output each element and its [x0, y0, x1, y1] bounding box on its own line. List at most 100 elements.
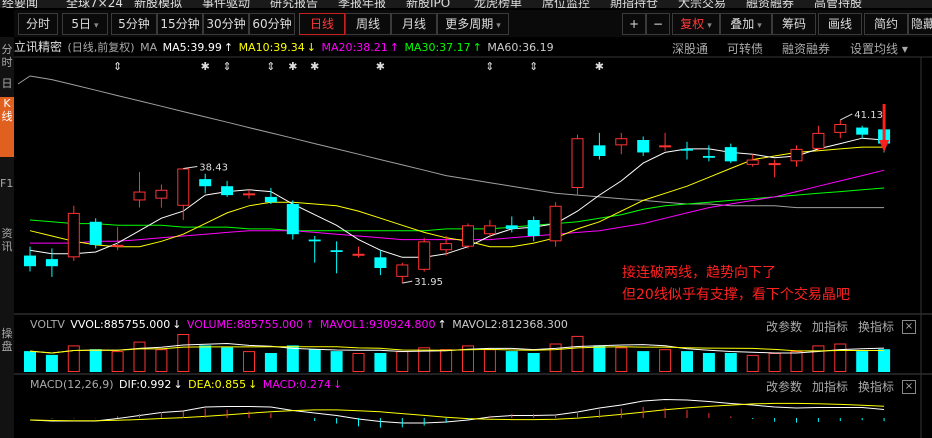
- volume-bar-up: [834, 343, 847, 372]
- volume-bar-up: [790, 351, 803, 373]
- volume-bar-up: [659, 349, 672, 373]
- volume-edit-params-button[interactable]: 改参数: [766, 318, 802, 335]
- star-marker-icon: ✱: [201, 60, 210, 73]
- volume-bar-up: [483, 349, 496, 373]
- volume-bar-up: [155, 349, 168, 373]
- volume-bar-down: [878, 349, 891, 372]
- candle-body-up: [462, 225, 474, 247]
- dea-value: DEA:0.855: [188, 378, 247, 391]
- volume-bar-down: [286, 345, 299, 372]
- candle-body-down: [286, 204, 299, 235]
- candle-body-down: [308, 239, 321, 242]
- vvol-value: VVOL:885755.000: [70, 318, 171, 331]
- candle-body-up: [746, 159, 759, 165]
- candle-body-down: [199, 179, 212, 187]
- price-label-high2: 41.13: [854, 110, 883, 121]
- candle-body-down: [856, 127, 869, 135]
- candle-body-up: [177, 168, 190, 206]
- ma20-line: [30, 169, 885, 244]
- volume-bar-down: [330, 351, 343, 372]
- volume-bar-down: [637, 351, 650, 372]
- annotation-line1: 接连破两线，趋势向下了: [622, 265, 776, 281]
- volume-bar-up: [812, 345, 825, 372]
- double-arrow-marker-icon: ⇕: [485, 60, 494, 73]
- volume-bar-down: [45, 354, 58, 372]
- volume-bar-up: [243, 351, 255, 373]
- volume-bar-down: [264, 353, 277, 372]
- candle-body-up: [418, 241, 431, 270]
- candle-body-down: [681, 148, 693, 151]
- volume-close-icon[interactable]: ×: [902, 320, 916, 334]
- volume-bar-down: [89, 349, 102, 372]
- volume-bar-down: [856, 351, 869, 372]
- arrow-down-icon: ↓: [333, 378, 343, 391]
- candle-body-up: [768, 163, 781, 166]
- candle-body-up: [111, 244, 124, 247]
- candle-body-down: [527, 220, 540, 236]
- volume-info-line: VOLTV VVOL:885755.000 ↓ VOLUME:885755.000…: [30, 318, 570, 331]
- candle-body-down: [593, 145, 606, 156]
- volume-value: VOLUME:885755.000: [186, 318, 304, 331]
- candle-body-down: [330, 250, 343, 252]
- macd-close-icon[interactable]: ×: [902, 380, 916, 394]
- candle-body-down: [24, 255, 36, 267]
- price-label-high2-leader: [840, 113, 853, 121]
- candle-body-up: [396, 264, 409, 277]
- volume-add-indicator-button[interactable]: 加指标: [812, 318, 848, 335]
- candle-body-up: [243, 193, 255, 196]
- volume-bar-down: [374, 353, 387, 372]
- arrow-down-icon: ↓: [173, 378, 183, 391]
- price-label-low-leader: [402, 280, 413, 284]
- volume-bar-down: [308, 349, 321, 372]
- mavol1-value: MAVOL1:930924.800: [319, 318, 436, 331]
- annotation-line2: 但20线似乎有支撑，看下个交易晶吧: [622, 287, 850, 303]
- macd-info-line: MACD(12,26,9) DIF:0.992 ↓ DEA:0.855 ↓ MACD…: [30, 378, 344, 391]
- macd-switch-indicator-button[interactable]: 换指标: [858, 378, 894, 395]
- double-arrow-marker-icon: ⇕: [266, 60, 275, 73]
- candle-body-down: [702, 156, 715, 158]
- candle-body-down: [637, 140, 650, 153]
- candle-body-up: [133, 191, 146, 201]
- candle-body-up: [790, 148, 803, 162]
- candle-body-up: [155, 189, 168, 199]
- star-marker-icon: ✱: [595, 60, 604, 73]
- volume-indicator-name: VOLTV: [30, 318, 65, 331]
- price-label-high1-leader: [183, 165, 198, 169]
- candle-body-down: [724, 147, 737, 162]
- dif-line: [29, 398, 885, 424]
- volume-bar-down: [702, 353, 715, 372]
- volume-bar-up: [768, 353, 781, 372]
- volume-bar-down: [199, 345, 212, 372]
- volume-bar-up: [440, 349, 453, 373]
- volume-bar-down: [505, 351, 518, 372]
- candle-body-up: [615, 138, 628, 146]
- volume-switch-indicator-button[interactable]: 换指标: [858, 318, 894, 335]
- kline-chart: ⇕ ✱ ⇕ ⇕ ✱ ✱ ✱ ⇕ ⇕ ✱ 38.43 41.13 31.95: [14, 56, 932, 438]
- arrow-down-icon: ↓: [248, 378, 258, 391]
- volume-bar-up: [396, 351, 409, 373]
- star-marker-icon: ✱: [288, 60, 297, 73]
- volume-bar-down: [724, 353, 737, 372]
- double-arrow-marker-icon: ⇕: [529, 60, 538, 73]
- price-label-low: 31.95: [414, 277, 443, 288]
- volume-bar-up: [111, 351, 124, 373]
- macd-edit-params-button[interactable]: 改参数: [766, 378, 802, 395]
- volume-bar-down: [593, 345, 606, 372]
- double-arrow-marker-icon: ⇕: [222, 60, 231, 73]
- candle-body-down: [505, 225, 518, 229]
- volume-bar-up: [133, 341, 146, 373]
- volume-bar-down: [681, 351, 693, 372]
- volume-bar-up: [746, 354, 759, 372]
- annotation-text: 接连破两线，趋势向下了 但20线似乎有支撑，看下个交易晶吧: [622, 262, 850, 306]
- volume-bar-up: [615, 347, 628, 372]
- dea-line: [29, 402, 885, 422]
- ma60-line-extension: [17, 75, 31, 85]
- volume-bar-down: [527, 353, 540, 372]
- price-label-high1: 38.43: [199, 162, 228, 173]
- arrow-down-icon: ↓: [172, 318, 182, 331]
- dif-value: DIF:0.992: [119, 378, 172, 391]
- macd-add-indicator-button[interactable]: 加指标: [812, 378, 848, 395]
- arrow-up-icon: ↑: [305, 318, 315, 331]
- macd-value: MACD:0.274: [262, 378, 331, 391]
- candle-body-up: [352, 253, 365, 256]
